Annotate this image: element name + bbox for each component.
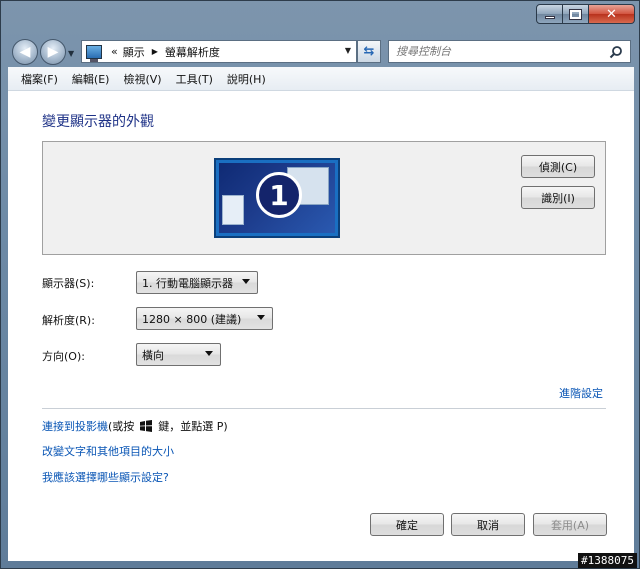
detect-button[interactable]: 偵測(C) (521, 155, 595, 178)
orientation-select[interactable]: 橫向 (136, 343, 221, 366)
apply-button[interactable]: 套用(A) (533, 513, 607, 536)
minimize-button[interactable] (536, 4, 563, 24)
chevron-down-icon (205, 351, 213, 356)
projector-hint-prefix: (或按 (108, 420, 135, 433)
orientation-select-value: 橫向 (142, 348, 164, 362)
search-icon[interactable] (609, 45, 623, 59)
preview-document-icon (222, 195, 244, 225)
text-size-link[interactable]: 改變文字和其他項目的大小 (42, 443, 174, 459)
resolution-label: 解析度(R): (42, 314, 95, 327)
divider (42, 408, 606, 409)
breadcrumb-overflow[interactable]: « (111, 45, 118, 58)
forward-button[interactable]: ▶ (40, 39, 66, 65)
projector-hint-suffix: 鍵，並點選 P) (158, 420, 228, 433)
resolution-select-value: 1280 × 800 (建議) (142, 312, 242, 326)
watermark: #1388075 (578, 553, 637, 568)
chevron-down-icon (257, 315, 265, 320)
forward-arrow-icon: ▶ (47, 44, 59, 60)
ok-button[interactable]: 確定 (370, 513, 444, 536)
display-select-value: 1. 行動電腦顯示器 (142, 276, 233, 290)
breadcrumb-item-display[interactable]: 顯示 (123, 44, 145, 60)
search-box[interactable] (388, 40, 631, 63)
page-title: 變更顯示器的外觀 (42, 114, 154, 130)
menu-tools[interactable]: 工具(T) (169, 68, 220, 90)
chevron-down-icon (242, 279, 250, 284)
advanced-settings-link[interactable]: 進階設定 (559, 385, 603, 401)
back-arrow-icon: ◀ (19, 44, 31, 60)
address-dropdown-icon[interactable]: ▼ (345, 46, 351, 55)
monitor-preview-area: 1 偵測(C) 識別(I) (42, 141, 606, 255)
identify-button[interactable]: 識別(I) (521, 186, 595, 209)
title-bar: ✕ (1, 1, 640, 33)
menu-view[interactable]: 檢視(V) (116, 68, 168, 90)
navigation-bar: ◀ ▶ ▼ « 顯示 ▶ 螢幕解析度 ▼ ⇆ (1, 33, 640, 67)
monitor-1-thumbnail[interactable]: 1 (214, 158, 340, 238)
monitor-screen: 1 (219, 163, 335, 233)
projector-row: 連接到投影機 (或按 鍵，並點選 P) (42, 418, 228, 434)
refresh-button[interactable]: ⇆ (357, 40, 381, 63)
connect-projector-link[interactable]: 連接到投影機 (42, 418, 108, 434)
close-button[interactable]: ✕ (589, 4, 635, 24)
caption-buttons: ✕ (536, 4, 635, 24)
search-input[interactable] (396, 45, 596, 58)
breadcrumb-separator-icon[interactable]: ▶ (152, 47, 158, 56)
menu-help[interactable]: 說明(H) (220, 68, 273, 90)
which-settings-link[interactable]: 我應該選擇哪些顯示設定? (42, 469, 169, 485)
display-select[interactable]: 1. 行動電腦顯示器 (136, 271, 258, 294)
monitor-number-badge: 1 (256, 172, 302, 218)
menu-edit[interactable]: 編輯(E) (65, 68, 117, 90)
refresh-icon: ⇆ (363, 44, 375, 59)
maximize-icon (569, 8, 582, 20)
close-icon: ✕ (606, 6, 617, 22)
orientation-label: 方向(O): (42, 350, 85, 363)
menu-bar: 檔案(F) 編輯(E) 檢視(V) 工具(T) 說明(H) (8, 67, 634, 91)
control-panel-display-icon (86, 44, 102, 62)
back-button[interactable]: ◀ (12, 39, 38, 65)
menu-file[interactable]: 檔案(F) (14, 68, 65, 90)
minimize-icon (544, 16, 555, 19)
resolution-select[interactable]: 1280 × 800 (建議) (136, 307, 273, 330)
recent-pages-dropdown[interactable]: ▼ (68, 49, 74, 58)
cancel-button[interactable]: 取消 (451, 513, 525, 536)
windows-logo-icon (140, 420, 153, 432)
breadcrumb-item-resolution[interactable]: 螢幕解析度 (165, 44, 220, 60)
maximize-button[interactable] (563, 4, 589, 24)
content-pane: 變更顯示器的外觀 1 偵測(C) 識別(I) 顯示器(S): 1. 行動電腦顯示… (8, 91, 634, 561)
window: ✕ ◀ ▶ ▼ « 顯示 ▶ 螢幕解析度 ▼ ⇆ 搜尋控制台 檔案(F) 編輯(… (0, 0, 640, 569)
display-label: 顯示器(S): (42, 277, 95, 290)
address-bar[interactable]: « 顯示 ▶ 螢幕解析度 ▼ (81, 40, 357, 63)
